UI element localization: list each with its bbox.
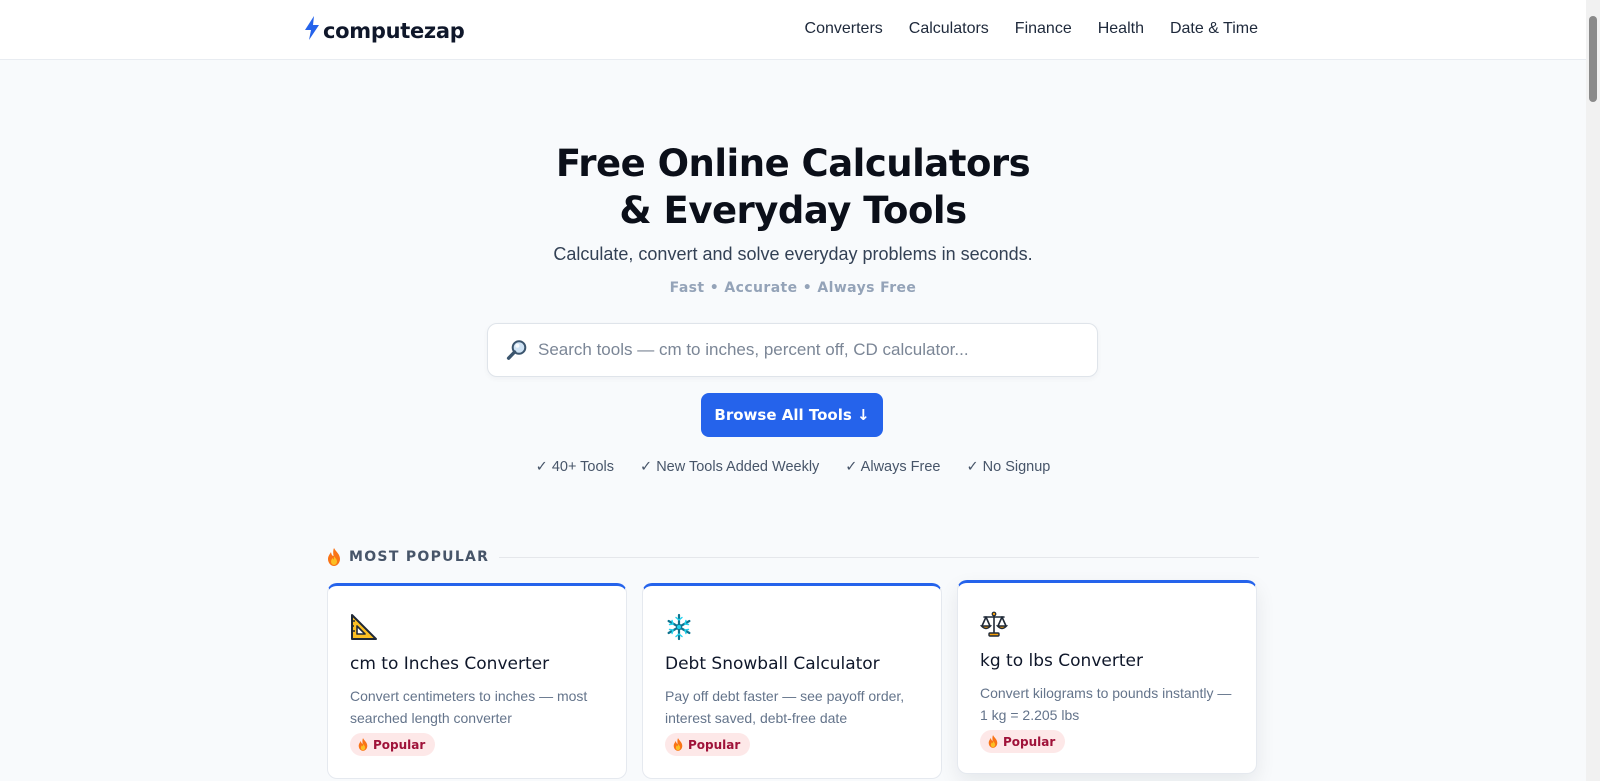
card-title: cm to Inches Converter: [350, 654, 550, 674]
nav-converters[interactable]: Converters: [805, 20, 883, 38]
search-icon: [506, 340, 527, 360]
section-title: MOST POPULAR: [349, 549, 490, 565]
card-title: kg to lbs Converter: [980, 651, 1143, 671]
tool-card-kg-to-lbs[interactable]: kg to lbs Converter Convert kilograms to…: [957, 580, 1257, 774]
feature-list: ✓ 40+ Tools ✓ New Tools Added Weekly ✓ A…: [0, 459, 1586, 475]
nav-date-time[interactable]: Date & Time: [1170, 20, 1258, 38]
section-divider: [499, 556, 1259, 558]
hero-title: Free Online Calculators & Everyday Tools: [0, 140, 1586, 234]
badge-label: Popular: [1003, 734, 1056, 749]
tool-card-cm-to-inches[interactable]: cm to Inches Converter Convert centimete…: [327, 583, 627, 779]
fire-icon: [673, 738, 683, 751]
hero-title-line1: Free Online Calculators: [555, 142, 1031, 185]
triangular-ruler-icon: [351, 614, 377, 640]
hero-title-line2: & Everyday Tools: [619, 189, 967, 232]
card-title: Debt Snowball Calculator: [665, 654, 880, 674]
scrollbar-thumb[interactable]: [1589, 16, 1597, 102]
search-input[interactable]: [538, 324, 1097, 376]
main-nav: Converters Calculators Finance Health Da…: [805, 20, 1258, 38]
hero-tagline: Fast • Accurate • Always Free: [669, 280, 917, 296]
nav-calculators[interactable]: Calculators: [909, 20, 989, 38]
popular-badge: Popular: [665, 733, 751, 756]
feature-item: ✓ 40+ Tools: [535, 459, 615, 475]
popular-badge: Popular: [350, 733, 436, 756]
feature-item: ✓ Always Free: [845, 459, 941, 475]
card-description: Pay off debt faster — see payoff order, …: [665, 688, 905, 726]
fire-icon: [358, 738, 368, 751]
hero-subtitle: Calculate, convert and solve everyday pr…: [553, 244, 1033, 264]
site-logo[interactable]: computezap: [303, 16, 465, 46]
feature-item: ✓ No Signup: [966, 459, 1051, 475]
snowflake-icon: [667, 613, 691, 641]
nav-health[interactable]: Health: [1098, 20, 1144, 38]
site-header: computezap Converters Calculators Financ…: [0, 0, 1586, 60]
nav-finance[interactable]: Finance: [1015, 20, 1072, 38]
card-description: Convert kilograms to pounds instantly — …: [980, 685, 1232, 723]
logo-text: computezap: [323, 19, 465, 43]
popular-badge: Popular: [980, 730, 1066, 753]
lightning-bolt-icon: [305, 16, 319, 40]
feature-item: ✓ New Tools Added Weekly: [640, 459, 820, 475]
browse-all-tools-button[interactable]: Browse All Tools ↓: [701, 393, 883, 437]
tool-card-debt-snowball[interactable]: Debt Snowball Calculator Pay off debt fa…: [642, 583, 942, 779]
balance-scale-icon: [980, 611, 1008, 637]
fire-icon: [988, 735, 998, 748]
fire-icon: [328, 548, 340, 566]
badge-label: Popular: [373, 737, 426, 752]
most-popular-heading: MOST POPULAR: [327, 546, 1259, 568]
search-box[interactable]: [487, 323, 1098, 377]
card-description: Convert centimeters to inches — most sea…: [350, 688, 588, 726]
badge-label: Popular: [688, 737, 741, 752]
page-scrollbar[interactable]: [1586, 0, 1600, 781]
